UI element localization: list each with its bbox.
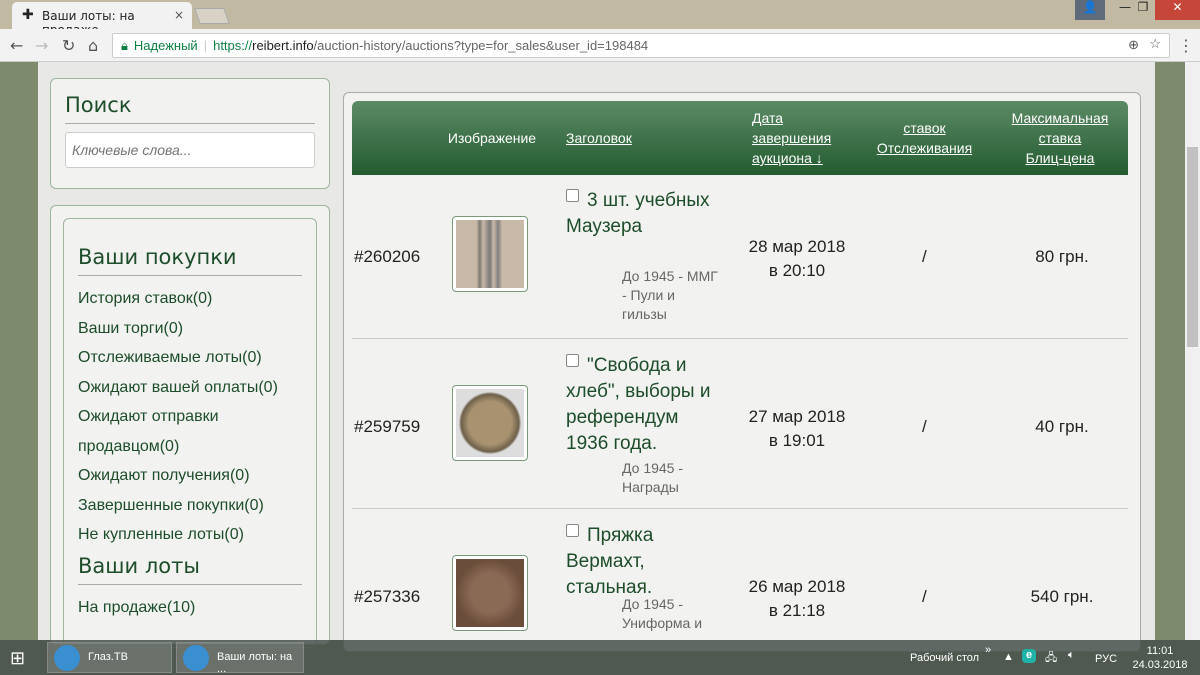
select-checkbox[interactable]: [566, 354, 579, 367]
expand-icon[interactable]: »: [985, 644, 991, 656]
close-window-button[interactable]: ✕: [1155, 0, 1200, 20]
url-scheme: https://: [213, 38, 253, 53]
menu-your-auctions[interactable]: Ваши торги(0): [78, 314, 302, 344]
lot-bids: /: [922, 417, 927, 436]
taskbar: ⊞ Глаз.ТВ Ваши лоты: на ... Рабочий стол…: [0, 640, 1200, 675]
windows-start-icon[interactable]: ⊞: [10, 648, 25, 669]
bookmark-star-icon[interactable]: ☆: [1149, 36, 1161, 52]
menu-unbought-lots[interactable]: Не купленные лоты(0): [78, 520, 302, 550]
menu-awaiting-shipment[interactable]: Ожидают отправки продавцом(0): [78, 402, 302, 461]
lot-end-date: 27 мар 2018 в 19:01: [748, 407, 846, 450]
menu-icon[interactable]: ⋮: [1178, 36, 1194, 55]
purchases-title: Ваши покупки: [78, 245, 302, 276]
menu-awaiting-payment[interactable]: Ожидают вашей оплаты(0): [78, 373, 302, 403]
page-scrollbar[interactable]: [1185, 62, 1200, 640]
forward-icon[interactable]: →: [35, 36, 48, 55]
browser-tab[interactable]: ✚Ваши лоты: на продаже×: [12, 2, 192, 37]
lot-end-date: 26 мар 2018 в 21:18: [748, 577, 846, 620]
scrollbar-thumb[interactable]: [1187, 147, 1198, 347]
lot-title[interactable]: "Свобода и хлеб", выборы и референдум 19…: [566, 353, 716, 457]
lot-title[interactable]: Пряжка Вермахт, стальная.: [566, 523, 716, 601]
language-indicator[interactable]: РУС: [1095, 653, 1117, 665]
new-tab-button[interactable]: [194, 8, 230, 24]
lots-title: Ваши лоты: [78, 554, 302, 585]
account-menu-panel: Ваши покупки История ставок(0) Ваши торг…: [50, 205, 330, 648]
search-input[interactable]: [65, 132, 315, 168]
search-panel: Поиск: [50, 78, 330, 189]
lot-id[interactable]: #260206: [354, 247, 420, 267]
lot-category: До 1945 - Награды: [622, 460, 684, 495]
favicon-icon: ✚: [22, 7, 34, 23]
url-path: /auction-history/auctions?type=for_sales…: [313, 38, 649, 53]
lot-category: До 1945 - Униформа и: [622, 596, 703, 631]
lot-price: 80 грн.: [1035, 247, 1089, 266]
zoom-icon[interactable]: ⊕: [1128, 37, 1139, 53]
lot-end-date: 28 мар 2018 в 20:10: [748, 237, 846, 280]
menu-for-sale[interactable]: На продаже(10): [78, 593, 302, 623]
lot-title[interactable]: 3 шт. учебных Маузера: [566, 188, 716, 240]
lot-bids: /: [922, 587, 927, 606]
search-title: Поиск: [65, 93, 315, 124]
header-blitz[interactable]: Блиц-цена: [1000, 148, 1120, 168]
eset-icon[interactable]: e: [1022, 649, 1036, 663]
header-watch[interactable]: Отслеживания: [867, 138, 982, 158]
maximize-button[interactable]: ❐: [1128, 0, 1158, 20]
header-maxbid[interactable]: Максимальная ставка: [1000, 108, 1120, 148]
desktop-toolbar[interactable]: Рабочий стол: [910, 652, 979, 664]
reload-icon[interactable]: ↻: [62, 36, 75, 55]
menu-awaiting-receipt[interactable]: Ожидают получения(0): [78, 461, 302, 491]
secure-label: Надежный: [133, 38, 198, 53]
lot-thumbnail[interactable]: [452, 385, 528, 461]
select-checkbox[interactable]: [566, 189, 579, 202]
lot-id[interactable]: #259759: [354, 417, 420, 437]
lot-thumbnail[interactable]: [452, 555, 528, 631]
page-content: Поиск Ваши покупки История ставок(0) Ваш…: [38, 62, 1155, 652]
tab-bar: ✚Ваши лоты: на продаже× 👤 — ❐ ✕: [0, 0, 1200, 37]
address-bar[interactable]: 🔒︎ Надежный | https://reibert.info/auction-…: [112, 33, 1170, 58]
clock[interactable]: 11:01 24.03.2018: [1130, 644, 1190, 672]
menu-watched-lots[interactable]: Отслеживаемые лоты(0): [78, 343, 302, 373]
url-host: reibert.info: [252, 38, 314, 53]
table-row: #257336 Пряжка Вермахт, стальная. До 194…: [352, 509, 1128, 651]
header-bids[interactable]: ставок: [867, 118, 982, 138]
menu-bid-history[interactable]: История ставок(0): [78, 284, 302, 314]
lot-price: 40 грн.: [1035, 417, 1089, 436]
glaz-tv-icon: [54, 645, 80, 671]
lot-category: До 1945 - ММГ - Пули и гильзы: [622, 268, 718, 322]
header-prices[interactable]: Максимальная ставка Блиц-цена: [1000, 108, 1120, 168]
volume-icon[interactable]: 🔈︎: [1068, 649, 1075, 662]
taskbar-app-glaz-tv[interactable]: Глаз.ТВ: [47, 642, 172, 673]
user-icon[interactable]: 👤: [1075, 0, 1105, 20]
header-date[interactable]: Дата завершения аукциона ↓: [752, 108, 842, 168]
home-icon[interactable]: ⌂: [88, 36, 98, 55]
auction-table: Изображение Заголовок Дата завершения ау…: [343, 92, 1141, 652]
table-row: #259759 "Свобода и хлеб", выборы и рефер…: [352, 339, 1128, 509]
lot-thumbnail[interactable]: [452, 216, 528, 292]
table-header: Изображение Заголовок Дата завершения ау…: [352, 101, 1128, 175]
select-checkbox[interactable]: [566, 524, 579, 537]
menu-completed-purchases[interactable]: Завершенные покупки(0): [78, 491, 302, 521]
network-icon[interactable]: 🖧: [1045, 649, 1057, 668]
header-image: Изображение: [447, 130, 537, 146]
close-tab-icon[interactable]: ×: [174, 8, 184, 22]
browser-icon: [183, 645, 209, 671]
tray-arrow-icon[interactable]: ▲: [1003, 651, 1014, 663]
lot-bids: /: [922, 247, 927, 266]
browser-toolbar: ← → ↻ ⌂ 🔒︎ Надежный | https://reibert.info/…: [0, 29, 1200, 62]
header-title[interactable]: Заголовок: [566, 128, 632, 148]
taskbar-app-browser[interactable]: Ваши лоты: на ...: [176, 642, 304, 675]
back-icon[interactable]: ←: [10, 36, 23, 55]
header-bids-watch[interactable]: ставок Отслеживания: [867, 118, 982, 158]
lock-icon: 🔒︎: [121, 38, 128, 53]
lot-id[interactable]: #257336: [354, 587, 420, 607]
table-row: #260206 3 шт. учебных Маузера До 1945 - …: [352, 175, 1128, 339]
lot-price: 540 грн.: [1030, 587, 1094, 606]
